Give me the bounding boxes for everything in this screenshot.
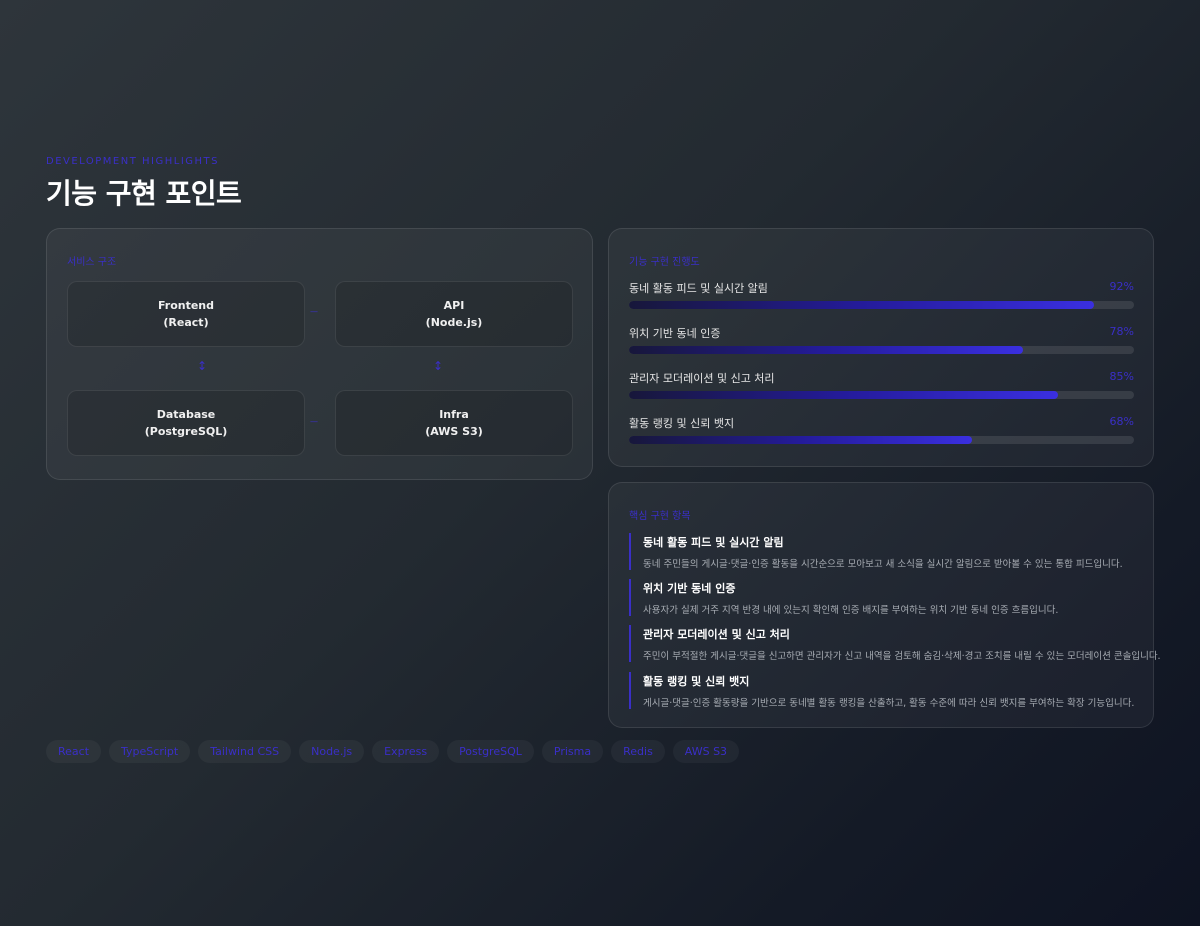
tech-chip: Prisma	[541, 740, 604, 763]
tech-chip: Express	[372, 740, 440, 763]
highlight-title: 동네 활동 피드 및 실시간 알림	[643, 536, 784, 549]
highlights-panel: 핵심 구현 항목 동네 활동 피드 및 실시간 알림 동네 주민들의 게시글·댓…	[608, 482, 1161, 728]
node-database-sub: (PostgreSQL)	[144, 425, 228, 438]
architecture-label: 서비스 구조	[67, 257, 117, 268]
tech-chip: TypeScript	[109, 740, 191, 763]
progress-track	[629, 301, 1134, 309]
architecture-panel: 서비스 구조 Frontend (React) API (Node.js) Da…	[46, 228, 593, 480]
highlight-title: 관리자 모더레이션 및 신고 처리	[643, 628, 790, 641]
progress-percent: 85%	[1109, 370, 1134, 383]
progress-fill	[629, 436, 973, 444]
progress-panel: 기능 구현 진행도 동네 활동 피드 및 실시간 알림 92% 위치 기반 동네…	[608, 228, 1154, 467]
node-frontend: Frontend (React)	[67, 281, 305, 347]
tech-chip: AWS S3	[672, 740, 740, 763]
node-database-name: Database	[156, 408, 216, 421]
node-database: Database (PostgreSQL)	[67, 390, 305, 456]
progress-fill	[629, 301, 1094, 309]
highlight-item: 위치 기반 동네 인증 사용자가 실제 거주 지역 반경 내에 있는지 확인해 …	[629, 579, 1153, 616]
section-eyebrow: DEVELOPMENT HIGHLIGHTS	[46, 156, 219, 167]
highlight-desc: 주민이 부적절한 게시글·댓글을 신고하면 관리자가 신고 내역을 검토해 숨김…	[643, 651, 1161, 662]
tech-chip: PostgreSQL	[447, 740, 534, 763]
progress-percent: 92%	[1109, 280, 1134, 293]
progress-track	[629, 436, 1134, 444]
node-api: API (Node.js)	[335, 281, 573, 347]
progress-name: 관리자 모더레이션 및 신고 처리	[629, 372, 775, 385]
progress-track	[629, 391, 1134, 399]
highlight-desc: 게시글·댓글·인증 활동량을 기반으로 동네별 활동 랭킹을 산출하고, 활동 …	[643, 698, 1135, 709]
node-frontend-sub: (React)	[163, 316, 209, 329]
connector-frontend-database: ↕	[197, 359, 208, 373]
connector-database-infra: —	[310, 417, 318, 426]
node-infra-name: Infra	[439, 408, 469, 421]
highlight-desc: 동네 주민들의 게시글·댓글·인증 활동을 시간순으로 모아보고 새 소식을 실…	[643, 559, 1123, 570]
tech-chip: Tailwind CSS	[198, 740, 292, 763]
progress-track	[629, 346, 1134, 354]
node-infra: Infra (AWS S3)	[335, 390, 573, 456]
node-infra-sub: (AWS S3)	[425, 425, 483, 438]
node-api-sub: (Node.js)	[425, 316, 483, 329]
node-api-name: API	[443, 299, 465, 312]
progress-label: 기능 구현 진행도	[629, 257, 700, 268]
highlight-title: 위치 기반 동네 인증	[643, 582, 736, 595]
tech-chip: Redis	[611, 740, 665, 763]
progress-name: 위치 기반 동네 인증	[629, 327, 721, 340]
progress-name: 동네 활동 피드 및 실시간 알림	[629, 282, 768, 295]
page-title: 기능 구현 포인트	[46, 177, 242, 210]
connector-frontend-api: —	[310, 307, 318, 316]
node-frontend-name: Frontend	[157, 299, 215, 312]
highlight-desc: 사용자가 실제 거주 지역 반경 내에 있는지 확인해 인증 배지를 부여하는 …	[643, 605, 1059, 616]
progress-fill	[629, 391, 1059, 399]
highlight-title: 활동 랭킹 및 신뢰 뱃지	[643, 675, 750, 688]
tech-chip: React	[46, 740, 102, 763]
progress-fill	[629, 346, 1023, 354]
highlight-item: 동네 활동 피드 및 실시간 알림 동네 주민들의 게시글·댓글·인증 활동을 …	[629, 533, 1153, 570]
highlights-label: 핵심 구현 항목	[629, 511, 691, 522]
highlight-item: 활동 랭킹 및 신뢰 뱃지 게시글·댓글·인증 활동량을 기반으로 동네별 활동…	[629, 672, 1153, 709]
highlight-item: 관리자 모더레이션 및 신고 처리 주민이 부적절한 게시글·댓글을 신고하면 …	[629, 625, 1161, 662]
progress-name: 활동 랭킹 및 신뢰 뱃지	[629, 417, 735, 430]
progress-percent: 78%	[1109, 325, 1134, 338]
tech-stack: React TypeScript Tailwind CSS Node.js Ex…	[46, 740, 740, 763]
progress-percent: 68%	[1109, 415, 1134, 428]
tech-chip: Node.js	[299, 740, 365, 763]
connector-api-infra: ↕	[433, 359, 444, 373]
